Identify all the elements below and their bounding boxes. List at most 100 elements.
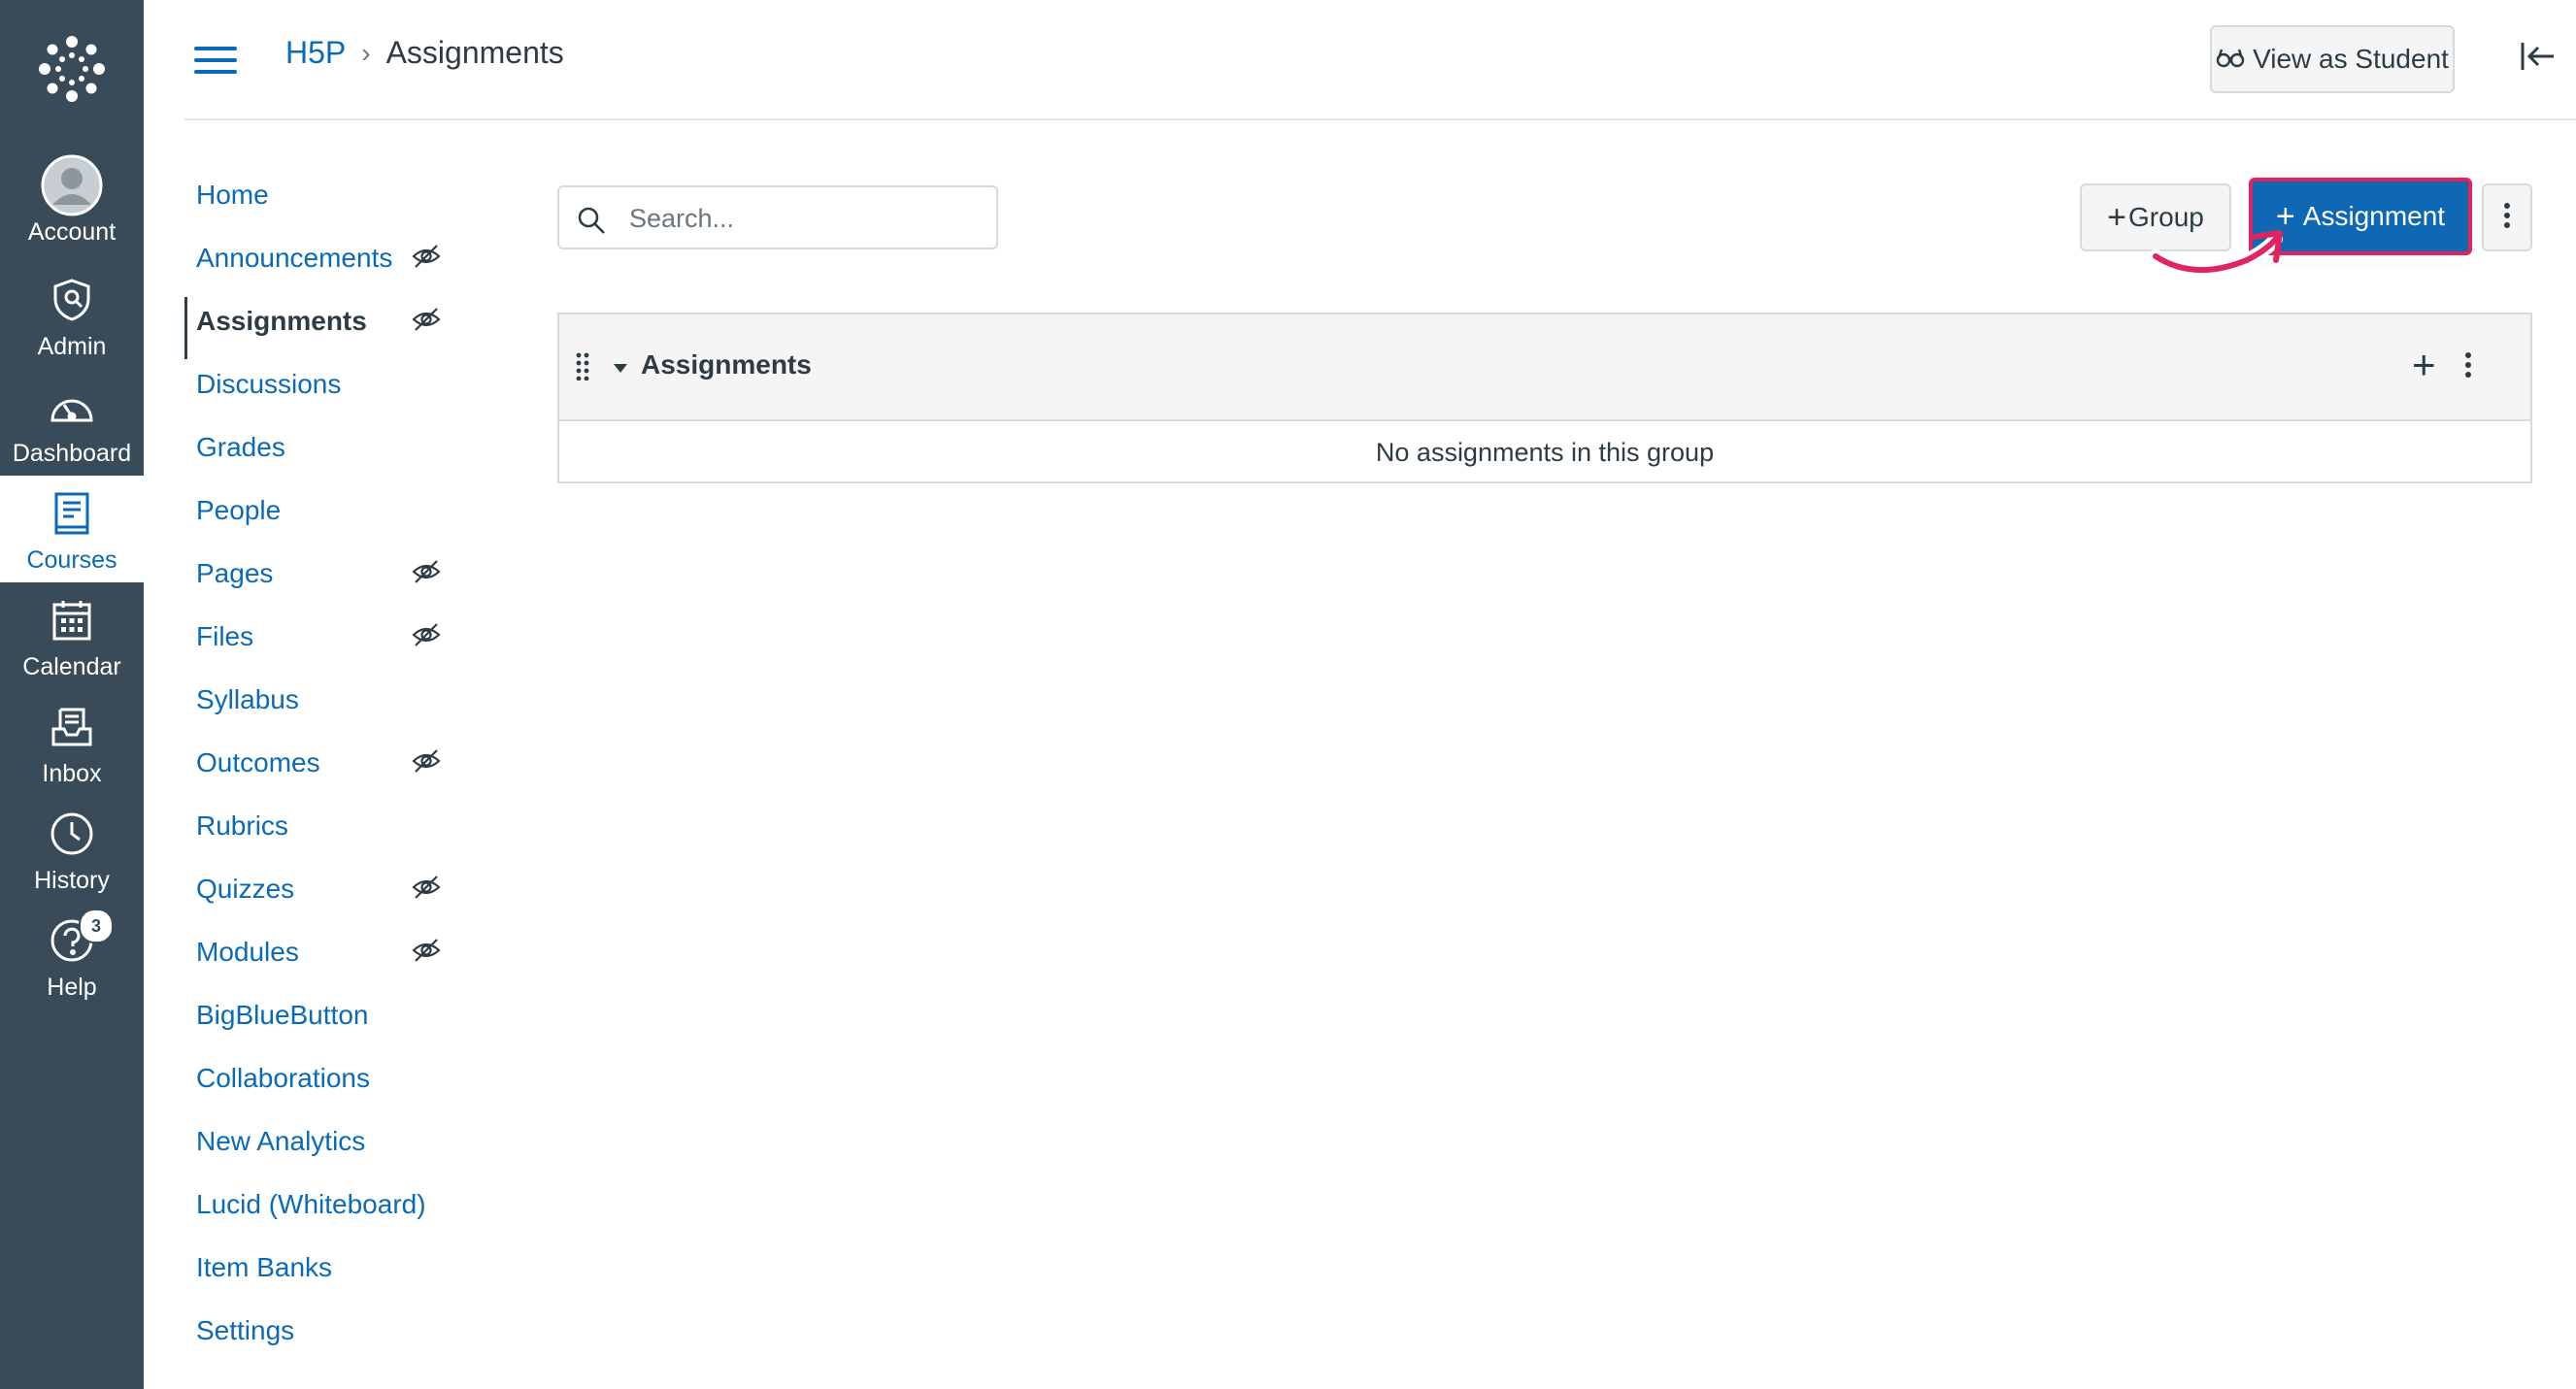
account-avatar-icon <box>41 154 103 216</box>
course-nav-label: New Analytics <box>196 1125 366 1156</box>
breadcrumb: H5P › Assignments <box>285 35 564 71</box>
course-nav-discussions[interactable]: Discussions <box>184 352 476 415</box>
glasses-icon <box>2216 44 2253 75</box>
course-nav-collaborations[interactable]: Collaborations <box>184 1046 476 1109</box>
course-nav-label: Grades <box>196 431 285 462</box>
course-nav-modules[interactable]: Modules <box>184 920 476 983</box>
global-nav-inbox[interactable]: Inbox <box>0 689 144 796</box>
eye-slash-icon <box>412 307 441 339</box>
course-nav-label: Discussions <box>196 368 342 399</box>
course-nav-label: BigBlueButton <box>196 999 369 1030</box>
course-nav-label: Home <box>196 179 269 210</box>
course-nav-rubrics[interactable]: Rubrics <box>184 794 476 857</box>
global-nav-label: Inbox <box>42 760 102 787</box>
course-navigation: Home Announcements Assignments Discussio… <box>184 163 476 1362</box>
add-assignment-button[interactable]: + Assignment <box>2249 178 2472 255</box>
admin-shield-icon <box>51 270 92 330</box>
canvas-logo-icon[interactable] <box>0 0 144 138</box>
course-nav-files[interactable]: Files <box>184 605 476 668</box>
breadcrumb-course-link[interactable]: H5P <box>285 35 346 71</box>
calendar-icon <box>51 590 92 650</box>
collapse-sidebar-icon[interactable] <box>2519 39 2561 78</box>
global-nav-label: Dashboard <box>12 440 132 467</box>
hamburger-menu-icon[interactable] <box>194 43 237 78</box>
add-group-label: Group <box>2128 202 2204 232</box>
group-options-icon[interactable] <box>2464 351 2472 383</box>
course-nav-label: Quizzes <box>196 873 295 904</box>
assignment-group-header: Assignments + <box>559 314 2530 421</box>
course-nav-label: Announcements <box>196 242 393 273</box>
global-nav-label: Calendar <box>22 653 121 680</box>
dashboard-gauge-icon <box>49 377 95 437</box>
course-nav-label: Syllabus <box>196 683 299 714</box>
course-nav-announcements[interactable]: Announcements <box>184 226 476 289</box>
course-nav-assignments[interactable]: Assignments <box>184 289 476 359</box>
view-as-student-label: View as Student <box>2253 44 2449 74</box>
eye-slash-icon <box>412 559 441 591</box>
help-notification-badge: 3 <box>79 909 114 943</box>
course-nav-label: Rubrics <box>196 810 288 841</box>
course-nav-home[interactable]: Home <box>184 163 476 226</box>
global-nav-help[interactable]: 3 Help <box>0 903 144 1009</box>
add-assignment-to-group-icon[interactable]: + <box>2412 344 2436 386</box>
add-group-button[interactable]: + Group <box>2080 183 2231 251</box>
eye-slash-icon <box>412 748 441 780</box>
global-nav-calendar[interactable]: Calendar <box>0 582 144 689</box>
global-nav-label: History <box>34 867 110 894</box>
course-nav-pages[interactable]: Pages <box>184 542 476 605</box>
course-nav-label: Lucid (Whiteboard) <box>196 1188 426 1219</box>
course-nav-label: Files <box>196 620 254 651</box>
course-nav-label: Outcomes <box>196 746 320 777</box>
empty-group-message: No assignments in this group <box>1375 437 1715 467</box>
course-nav-label: Collaborations <box>196 1062 370 1093</box>
page-header: H5P › Assignments View as Student <box>184 0 2576 120</box>
breadcrumb-current: Assignments <box>385 35 564 70</box>
eye-slash-icon <box>412 622 441 654</box>
course-nav-outcomes[interactable]: Outcomes <box>184 731 476 794</box>
course-nav-item-banks[interactable]: Item Banks <box>184 1236 476 1299</box>
add-assignment-label: Assignment <box>2302 201 2446 231</box>
course-nav-people[interactable]: People <box>184 479 476 542</box>
search-input[interactable] <box>627 195 990 242</box>
breadcrumb-separator: › <box>361 37 371 68</box>
course-nav-settings[interactable]: Settings <box>184 1299 476 1362</box>
assignment-group-title[interactable]: Assignments <box>641 349 812 380</box>
drag-handle-icon[interactable] <box>575 351 590 385</box>
course-nav-syllabus[interactable]: Syllabus <box>184 668 476 731</box>
global-nav-label: Admin <box>37 333 107 360</box>
history-clock-icon <box>50 804 94 864</box>
help-question-icon: 3 <box>50 909 114 971</box>
course-nav-label: Modules <box>196 936 299 967</box>
course-nav-new-analytics[interactable]: New Analytics <box>184 1109 476 1173</box>
course-nav-bigbluebutton[interactable]: BigBlueButton <box>184 983 476 1046</box>
plus-icon: + <box>2107 198 2127 236</box>
course-nav-lucid-whiteboard[interactable]: Lucid (Whiteboard) <box>184 1173 476 1236</box>
search-box <box>557 185 998 249</box>
view-as-student-button[interactable]: View as Student <box>2210 25 2455 93</box>
courses-book-icon <box>52 483 91 544</box>
course-nav-quizzes[interactable]: Quizzes <box>184 857 476 920</box>
eye-slash-icon <box>412 244 441 276</box>
more-options-button[interactable] <box>2482 183 2532 251</box>
global-nav-label: Courses <box>26 546 117 574</box>
global-nav-courses[interactable]: Courses <box>0 476 144 582</box>
course-nav-label: Pages <box>196 557 274 588</box>
assignment-group: Assignments + No assignments in this gro… <box>557 313 2532 483</box>
global-nav-label: Account <box>27 218 117 246</box>
collapse-caret-icon[interactable] <box>614 361 627 379</box>
course-nav-grades[interactable]: Grades <box>184 415 476 479</box>
global-nav-account[interactable]: Account <box>0 148 144 254</box>
eye-slash-icon <box>412 875 441 907</box>
plus-icon: + <box>2275 197 2295 235</box>
course-nav-label: Assignments <box>196 305 367 336</box>
eye-slash-icon <box>412 938 441 970</box>
global-nav-history[interactable]: History <box>0 796 144 903</box>
inbox-icon <box>50 697 93 757</box>
global-nav-label: Help <box>47 974 97 1001</box>
course-nav-label: People <box>196 494 282 525</box>
global-nav-admin[interactable]: Admin <box>0 262 144 369</box>
course-nav-label: Item Banks <box>196 1251 333 1282</box>
global-nav-dashboard[interactable]: Dashboard <box>0 369 144 476</box>
course-nav-label: Settings <box>196 1314 295 1345</box>
global-navigation: Account Admin Dashboard Courses Calendar… <box>0 0 144 1389</box>
